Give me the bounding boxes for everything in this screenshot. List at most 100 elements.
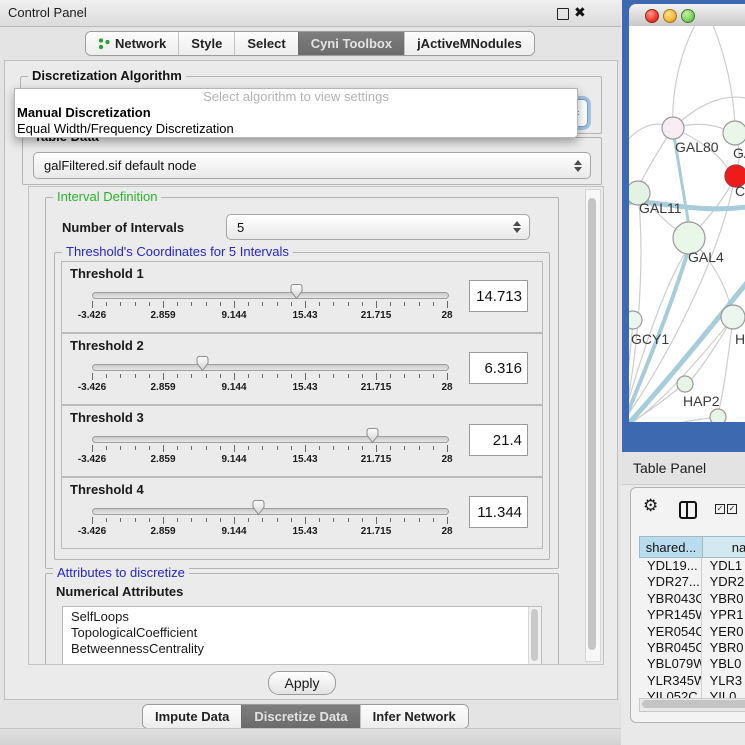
tick-mark [277,518,278,522]
tab-select[interactable]: Select [234,32,297,55]
dropdown-option-equal-width-frequency-discretization[interactable]: Equal Width/Frequency Discretization [15,121,577,137]
tab-network[interactable]: Network [86,32,178,55]
scrollbar-thumb[interactable] [588,198,596,650]
slider-thumb[interactable] [251,499,266,516]
tick-mark [390,374,391,378]
tick-mark [191,518,192,522]
slider-thumb[interactable] [365,427,380,444]
top-tab-bar: NetworkStyleSelectCyni ToolboxjActiveMNo… [85,31,535,56]
settings-scroll-panel: Interval Definition Number of Intervals … [28,186,604,665]
table-cell: YLR3 [702,673,745,689]
tick-mark [376,373,377,380]
tab-cyni-toolbox[interactable]: Cyni Toolbox [298,32,404,55]
tick-mark [92,373,93,380]
slider-thumb[interactable] [289,283,304,300]
tick-mark [106,374,107,378]
group-title: Attributes to discretize [53,566,189,580]
tick-label: 9.144 [204,526,264,537]
tick-label: 28 [417,526,477,537]
tick-mark [404,518,405,522]
threshold-label: Threshold 2 [70,338,144,353]
slider-track[interactable] [92,292,449,299]
gear-icon[interactable]: ⚙ [643,496,658,516]
threshold-value-field[interactable] [469,496,528,528]
column-header[interactable]: na [703,536,745,558]
tick-mark [433,518,434,522]
threshold-value-field[interactable] [469,424,528,456]
network-canvas[interactable]: GAL80GACGAL11GAL4GCY1HHAP2 [629,26,745,422]
table-cell: YBL079W [639,656,702,672]
tick-mark [277,302,278,306]
table-row[interactable]: YDL19...YDL1 [639,558,745,574]
number-of-intervals-combobox[interactable]: 5 [226,214,530,240]
attribute-item-topologicalcoefficient[interactable]: TopologicalCoefficient [63,625,541,641]
tab-label: Impute Data [155,709,229,724]
attribute-item-selfloops[interactable]: SelfLoops [63,609,541,625]
table-horizontal-scrollbar[interactable] [639,698,745,712]
split-column-icon[interactable] [679,501,697,519]
tick-mark [333,446,334,450]
select-columns-icon[interactable]: ✓ [715,504,725,514]
slider-track[interactable] [92,364,449,371]
float-window-icon[interactable] [557,8,569,20]
tick-mark [163,301,164,308]
tab-infer-network[interactable]: Infer Network [360,705,468,728]
dropdown-placeholder: Select algorithm to view settings [15,89,577,105]
tab-jactivemnodules[interactable]: jActiveMNodules [404,32,534,55]
table-data-combobox[interactable]: galFiltered.sif default node [33,152,591,179]
tab-discretize-data[interactable]: Discretize Data [241,705,359,728]
apply-button[interactable]: Apply [268,671,336,695]
table-row[interactable]: YER054CYER0 [639,624,745,640]
tab-style[interactable]: Style [178,32,234,55]
slider-thumb[interactable] [195,355,210,372]
tick-mark [149,446,150,450]
table-row[interactable]: YBR043CYBR0 [639,591,745,607]
tick-label: -3.426 [62,454,122,465]
scrollbar-thumb[interactable] [642,700,745,708]
close-window-icon[interactable] [645,9,659,23]
threshold-panel-1: Threshold 1-3.4262.8599.14415.4321.71528 [61,261,543,333]
table-row[interactable]: YBL079WYBL0 [639,656,745,672]
table-row[interactable]: YLR345WYLR3 [639,673,745,689]
bottom-tab-bar: Impute Data Discretize DataInfer Network [142,704,469,729]
tick-mark [163,445,164,452]
table-row[interactable]: YPR145WYPR1 [639,607,745,623]
tick-mark [149,302,150,306]
table-row[interactable]: YBR045CYBR0 [639,640,745,656]
table-row[interactable]: YDR27...YDR2 [639,574,745,590]
settings-vertical-scrollbar[interactable] [585,189,601,662]
tick-mark [390,302,391,306]
column-header[interactable]: shared... [639,536,703,558]
tick-mark [248,374,249,378]
table-cell: YER0 [702,624,745,640]
tick-label: 21.715 [346,382,406,393]
close-icon[interactable]: ✖ [574,4,586,21]
slider-track[interactable] [92,508,449,515]
scrollbar-thumb[interactable] [531,609,538,661]
tick-mark [177,302,178,306]
slider-track[interactable] [92,436,449,443]
tab-impute-data[interactable]: Impute Data [143,705,241,728]
tick-mark [234,517,235,524]
network-window-titlebar[interactable] [629,4,745,27]
tick-mark [433,374,434,378]
zoom-window-icon[interactable] [681,9,695,23]
attribute-item-betweennesscentrality[interactable]: BetweennessCentrality [63,641,541,657]
threshold-value-field[interactable] [469,280,528,312]
tick-mark [120,446,121,450]
attributes-scrollbar[interactable] [528,607,541,665]
group-title: Discretization Algorithm [28,69,186,83]
tick-mark [191,446,192,450]
tick-mark [447,373,448,380]
numerical-attributes-list[interactable]: SelfLoopsTopologicalCoefficientBetweenne… [62,606,542,665]
tick-mark [220,302,221,306]
select-columns-icon[interactable]: ✓ [727,504,737,514]
dropdown-option-manual-discretization[interactable]: Manual Discretization [15,105,577,121]
tick-mark [376,445,377,452]
tick-mark [191,302,192,306]
tick-mark [92,445,93,452]
tick-label: 2.859 [133,310,193,321]
minimize-window-icon[interactable] [663,9,677,23]
threshold-value-field[interactable] [469,352,528,384]
tick-mark [447,301,448,308]
